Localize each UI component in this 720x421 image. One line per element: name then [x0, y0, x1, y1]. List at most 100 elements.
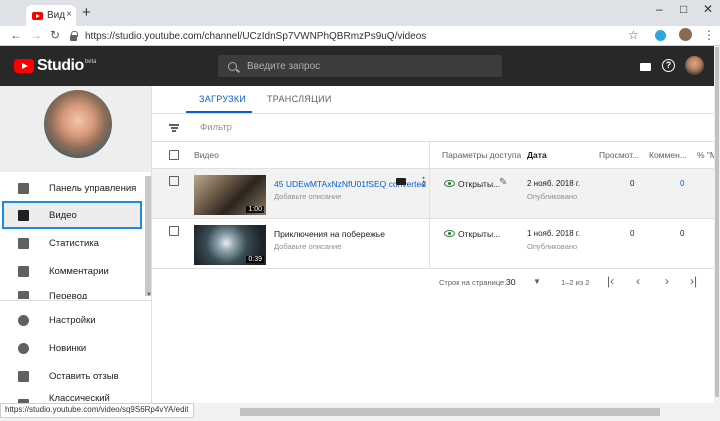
- views-value: 0: [630, 179, 635, 188]
- table-row[interactable]: 0:39 Приключения на побережье Добавьте о…: [152, 219, 714, 269]
- page-range: 1–2 из 2: [561, 278, 590, 287]
- gear-icon: [18, 314, 29, 326]
- prev-page-icon[interactable]: ‹: [636, 274, 640, 288]
- next-page-icon[interactable]: ›: [665, 274, 669, 288]
- sidebar: Панель управления Видео Статистика Комме…: [0, 86, 152, 403]
- maximize-icon[interactable]: □: [680, 2, 687, 16]
- minimize-icon[interactable]: –: [656, 2, 663, 16]
- video-description[interactable]: Добавьте описание: [274, 192, 341, 201]
- account-avatar[interactable]: [685, 56, 704, 75]
- row-checkbox[interactable]: [169, 176, 179, 186]
- browser-menu-icon[interactable]: ⋮: [703, 28, 715, 42]
- sidebar-item-label: Панель управления: [49, 182, 137, 194]
- video-thumbnail[interactable]: 1:00: [194, 175, 266, 215]
- dropdown-arrow-icon[interactable]: ▼: [533, 277, 541, 286]
- new-tab-button[interactable]: +: [82, 4, 91, 21]
- comments-value: 0: [680, 229, 685, 238]
- sidebar-item-videos[interactable]: Видео: [2, 201, 142, 229]
- row-checkbox[interactable]: [169, 226, 179, 236]
- forward-icon[interactable]: →: [30, 28, 42, 42]
- studio-logo[interactable]: Studio beta: [14, 57, 96, 75]
- last-page-icon[interactable]: ›|: [690, 274, 697, 288]
- filter-bar[interactable]: Фильтр: [152, 114, 714, 142]
- tab-live[interactable]: ТРАНСЛЯЦИИ: [267, 94, 332, 104]
- video-duration: 1:00: [246, 206, 264, 213]
- visibility-value[interactable]: Открыты...: [458, 229, 500, 239]
- sidebar-scrollbar[interactable]: [145, 176, 151, 296]
- comments-icon: [18, 265, 29, 277]
- public-eye-icon: [444, 230, 455, 237]
- badge-icon: [18, 342, 29, 354]
- browser-profile-avatar[interactable]: [679, 28, 692, 41]
- sidebar-item-label: Новинки: [49, 342, 87, 354]
- url-field[interactable]: https://studio.youtube.com/channel/UCzId…: [70, 28, 650, 44]
- reload-icon[interactable]: ↻: [50, 28, 60, 42]
- video-description[interactable]: Добавьте описание: [274, 242, 341, 251]
- filter-icon[interactable]: [169, 124, 179, 132]
- sidebar-item-comments[interactable]: Комментарии: [0, 257, 145, 285]
- logo-beta: beta: [84, 59, 97, 65]
- column-views[interactable]: Просмот...: [599, 150, 639, 160]
- bookmark-star-icon[interactable]: ☆: [628, 28, 639, 42]
- vertical-scroll-thumb[interactable]: [715, 47, 719, 397]
- sidebar-item-label: Статистика: [49, 237, 99, 249]
- column-video[interactable]: Видео: [194, 150, 219, 160]
- video-thumbnail[interactable]: 0:39: [194, 225, 266, 265]
- rows-per-page-select[interactable]: 30: [506, 277, 515, 287]
- close-window-icon[interactable]: ✕: [703, 2, 713, 16]
- views-value: 0: [630, 229, 635, 238]
- column-visibility[interactable]: Параметры доступа: [442, 150, 521, 160]
- sidebar-item-classic[interactable]: Классический интерф: [0, 390, 145, 403]
- edit-pencil-icon[interactable]: ✎: [499, 177, 507, 188]
- tab-uploads[interactable]: ЗАГРУЗКИ: [199, 94, 246, 104]
- sidebar-item-feedback[interactable]: Оставить отзыв: [0, 362, 145, 390]
- filter-input[interactable]: Фильтр: [200, 122, 232, 133]
- search-box[interactable]: [218, 55, 502, 77]
- search-icon: [228, 61, 237, 71]
- sidebar-item-label: Видео: [49, 209, 77, 221]
- status-bar-url: https://studio.youtube.com/video/sq9S6Rp…: [0, 403, 194, 418]
- publish-status: Опубликовано: [527, 192, 578, 201]
- youtube-logo-icon: [14, 59, 34, 73]
- video-duration: 0:39: [246, 256, 264, 263]
- main-content: ЗАГРУЗКИ ТРАНСЛЯЦИИ Фильтр Видео Парамет…: [152, 86, 720, 403]
- select-all-checkbox[interactable]: [169, 150, 179, 160]
- sidebar-item-label: Классический интерф: [48, 393, 110, 403]
- studio-header: Studio beta ?: [0, 46, 714, 86]
- search-input[interactable]: [247, 60, 487, 72]
- logo-text: Studio: [37, 57, 84, 74]
- horizontal-scroll-thumb[interactable]: [240, 408, 660, 416]
- video-title[interactable]: Приключения на побережье: [274, 229, 385, 239]
- browser-tabbar: Вид × + – □ ✕: [0, 0, 720, 26]
- date-value: 2 нояб. 2018 г.: [527, 179, 581, 188]
- sidebar-item-analytics[interactable]: Статистика: [0, 229, 145, 257]
- create-video-icon[interactable]: [640, 63, 651, 71]
- sidebar-item-whats-new[interactable]: Новинки: [0, 334, 145, 362]
- back-icon[interactable]: ←: [10, 28, 22, 42]
- sidebar-item-label: Оставить отзыв: [49, 370, 119, 382]
- column-comments[interactable]: Коммен...: [649, 150, 687, 160]
- dashboard-icon: [18, 182, 29, 194]
- visibility-value[interactable]: Открыты...: [458, 179, 500, 189]
- sidebar-divider: [0, 300, 151, 301]
- url-text[interactable]: https://studio.youtube.com/channel/UCzId…: [85, 31, 426, 42]
- sidebar-item-label: Настройки: [49, 314, 96, 326]
- sidebar-item-label: Комментарии: [49, 265, 109, 277]
- comments-value[interactable]: 0: [680, 179, 684, 188]
- table-row[interactable]: 1:00 45 UDEwMTAxNzNfU01fSEQ converted ⋮ …: [152, 169, 714, 219]
- tab-title: Вид: [47, 10, 66, 21]
- rows-per-page-label: Строк на странице:: [439, 278, 507, 287]
- browser-tab[interactable]: Вид ×: [26, 5, 76, 26]
- column-date[interactable]: Дата: [527, 150, 547, 160]
- first-page-icon[interactable]: |‹: [607, 274, 614, 288]
- tab-close-icon[interactable]: ×: [66, 9, 72, 20]
- help-icon[interactable]: ?: [662, 59, 675, 72]
- sidebar-item-translation[interactable]: Перевод: [0, 285, 145, 299]
- sidebar-item-dashboard[interactable]: Панель управления: [0, 174, 145, 202]
- youtube-view-icon[interactable]: [396, 178, 406, 185]
- channel-avatar[interactable]: [44, 90, 112, 158]
- sidebar-item-settings[interactable]: Настройки: [0, 306, 145, 334]
- row-menu-icon[interactable]: ⋮: [418, 175, 429, 188]
- pagination: Строк на странице: 30 ▼ 1–2 из 2 |‹ ‹ › …: [152, 269, 714, 295]
- telegram-extension-icon[interactable]: [655, 30, 666, 41]
